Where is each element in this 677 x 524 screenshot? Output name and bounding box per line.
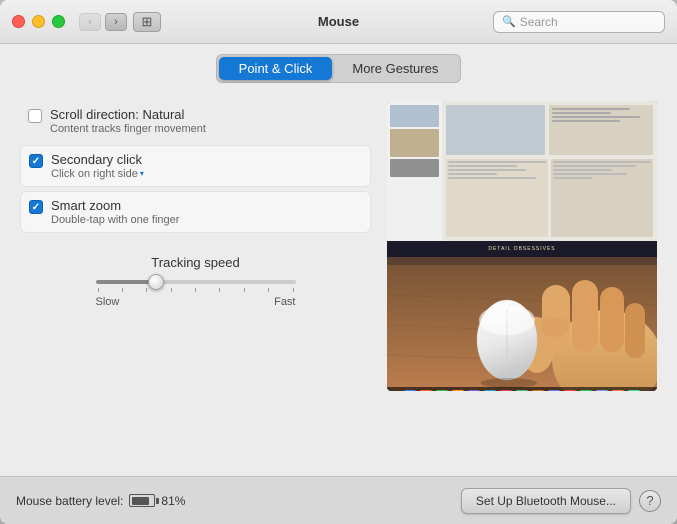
slider-tick [268, 288, 269, 292]
preview-bottom [387, 257, 657, 391]
preview-dock [387, 387, 657, 391]
tracking-label: Tracking speed [151, 255, 239, 270]
dock-icon [435, 390, 449, 391]
window-title: Mouse [318, 14, 359, 29]
dropdown-arrow-icon: ▾ [140, 169, 144, 178]
battery-icon [129, 494, 155, 507]
tracking-section: Tracking speed [20, 255, 371, 308]
tab-more-gestures[interactable]: More Gestures [332, 57, 458, 80]
nav-buttons: ‹ › [79, 13, 127, 31]
scroll-direction-subtitle: Content tracks finger movement [50, 123, 206, 135]
battery-label: Mouse battery level: [16, 494, 123, 508]
dock-icon [419, 390, 433, 391]
close-button[interactable] [12, 15, 25, 28]
slider-ticks [96, 288, 296, 292]
secondary-click-dropdown[interactable]: Click on right side ▾ [51, 167, 144, 180]
slider-tick [195, 288, 196, 292]
preview-main-area [442, 101, 657, 241]
slider-tick [146, 288, 147, 292]
preview-sidebar [387, 101, 442, 241]
tab-point-click[interactable]: Point & Click [219, 57, 333, 80]
tab-container: Point & Click More Gestures [216, 54, 462, 83]
secondary-click-subtitle: Click on right side [51, 168, 138, 180]
secondary-click-row: Secondary click Click on right side ▾ [20, 145, 371, 187]
slider-labels: Slow Fast [96, 296, 296, 308]
search-input[interactable] [520, 15, 656, 29]
slider-thumb[interactable] [148, 274, 164, 290]
dock-icon [595, 390, 609, 391]
tabs-bar: Point & Click More Gestures [0, 44, 677, 91]
help-button[interactable]: ? [639, 490, 661, 512]
scroll-direction-label: Scroll direction: Natural Content tracks… [50, 107, 206, 135]
traffic-lights [12, 15, 65, 28]
smart-zoom-subtitle: Double-tap with one finger [51, 214, 179, 226]
right-panel: DETAIL OBSESSIVES [387, 101, 657, 391]
dock-icon [531, 390, 545, 391]
main-content: Scroll direction: Natural Content tracks… [0, 91, 677, 476]
dock-icon [627, 390, 641, 391]
slider-slow-label: Slow [96, 296, 120, 308]
titlebar: ‹ › ⊞ Mouse 🔍 [0, 0, 677, 44]
battery-fill [132, 497, 149, 505]
slider-fast-label: Fast [274, 296, 295, 308]
slider-tick [171, 288, 172, 292]
secondary-click-title: Secondary click [51, 152, 144, 167]
bluetooth-button[interactable]: Set Up Bluetooth Mouse... [461, 488, 631, 514]
battery-percent: 81% [161, 494, 185, 508]
dock-icon [467, 390, 481, 391]
dock-icon [403, 390, 417, 391]
window: ‹ › ⊞ Mouse 🔍 Point & Click More Gesture… [0, 0, 677, 524]
scroll-direction-title: Scroll direction: Natural [50, 107, 206, 122]
left-panel: Scroll direction: Natural Content tracks… [20, 101, 371, 476]
dock-icon [611, 390, 625, 391]
slider-tick [293, 288, 294, 292]
preview-thumb-1 [390, 105, 439, 127]
preview-content [387, 101, 657, 241]
secondary-click-label: Secondary click Click on right side ▾ [51, 152, 144, 180]
dock-icon [499, 390, 513, 391]
maximize-button[interactable] [52, 15, 65, 28]
slider-tick [98, 288, 99, 292]
scroll-direction-row: Scroll direction: Natural Content tracks… [20, 101, 371, 141]
forward-button[interactable]: › [105, 13, 127, 31]
smart-zoom-title: Smart zoom [51, 198, 179, 213]
smart-zoom-label: Smart zoom Double-tap with one finger [51, 198, 179, 226]
dock-icon [579, 390, 593, 391]
slider-tick [122, 288, 123, 292]
dock-icon [547, 390, 561, 391]
preview-top [387, 101, 657, 241]
secondary-click-checkbox[interactable] [29, 154, 43, 168]
slider-track [96, 280, 296, 284]
slider-tick [219, 288, 220, 292]
minimize-button[interactable] [32, 15, 45, 28]
dock-icon [483, 390, 497, 391]
dock-icon [515, 390, 529, 391]
dock-icon [451, 390, 465, 391]
preview-thumb-3 [390, 159, 439, 177]
preview-banner-text: DETAIL OBSESSIVES [488, 246, 555, 252]
dock-icon [563, 390, 577, 391]
preview-thumb-2 [390, 129, 439, 157]
preview-banner: DETAIL OBSESSIVES [387, 241, 657, 257]
back-button[interactable]: ‹ [79, 13, 101, 31]
battery-section: Mouse battery level: 81% [16, 494, 185, 508]
bottom-right: Set Up Bluetooth Mouse... ? [461, 488, 661, 514]
mouse-hand-illustration [387, 265, 657, 391]
search-icon: 🔍 [502, 15, 516, 28]
scroll-direction-checkbox[interactable] [28, 109, 42, 123]
smart-zoom-checkbox[interactable] [29, 200, 43, 214]
slider-tick [244, 288, 245, 292]
grid-button[interactable]: ⊞ [133, 12, 161, 32]
search-bar[interactable]: 🔍 [493, 11, 665, 33]
slider-container: Slow Fast [96, 280, 296, 308]
bottom-bar: Mouse battery level: 81% Set Up Bluetoot… [0, 476, 677, 524]
smart-zoom-row: Smart zoom Double-tap with one finger [20, 191, 371, 233]
